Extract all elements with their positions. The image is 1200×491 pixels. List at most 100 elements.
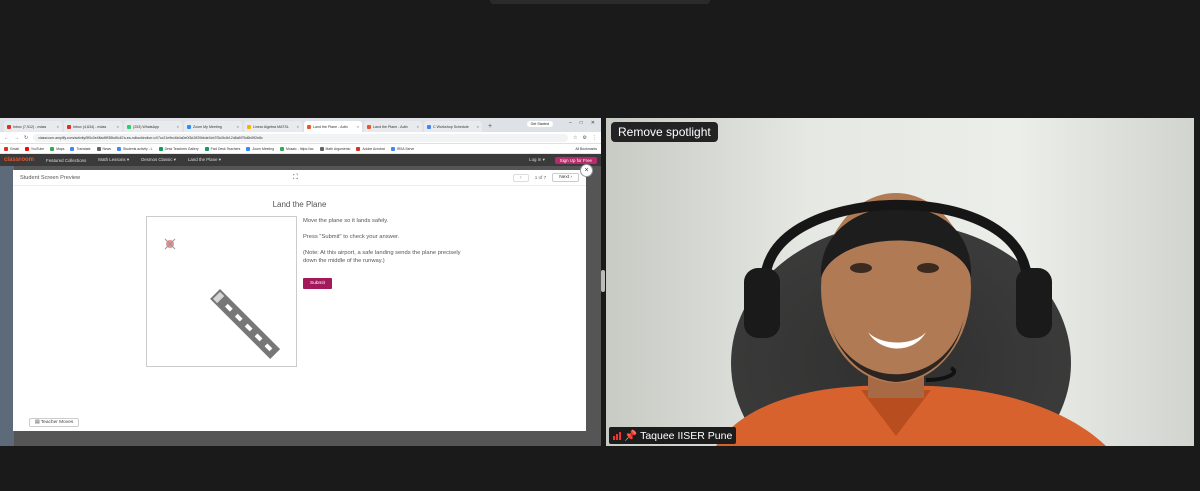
splitter-handle[interactable] bbox=[601, 270, 605, 292]
submit-button[interactable]: Submit bbox=[303, 278, 332, 289]
get-started-button[interactable]: Get Started bbox=[526, 121, 553, 127]
modal-header: Student Screen Preview ⛶ ‹ 1 of 7 Next › bbox=[13, 170, 586, 186]
bookmark-label: YouTube bbox=[30, 146, 45, 151]
reload-icon[interactable]: ↻ bbox=[24, 135, 28, 141]
tab-close-icon[interactable]: × bbox=[357, 124, 359, 129]
top-bar-handle bbox=[490, 0, 710, 4]
star-icon[interactable]: ☆ bbox=[573, 135, 577, 141]
brand-logo[interactable]: classroom bbox=[4, 157, 34, 163]
all-bookmarks-link[interactable]: All Bookmarks bbox=[575, 147, 597, 151]
bookmark-item[interactable]: Maps bbox=[50, 146, 64, 151]
plane-canvas[interactable] bbox=[146, 216, 297, 367]
next-label: Next bbox=[559, 175, 570, 180]
teacher-moves-label: Teacher Moves bbox=[40, 420, 74, 425]
bookmark-label: Mosaic - https://ac bbox=[286, 146, 314, 151]
bookmark-label: News bbox=[102, 146, 111, 151]
bookmark-item[interactable]: News bbox=[96, 146, 111, 151]
bookmark-label: Translate bbox=[76, 146, 91, 151]
browser-tab[interactable]: Zoom My Meeting × bbox=[184, 121, 242, 132]
bookmark-label: Zoom Meeting bbox=[252, 146, 275, 151]
tab-label: Land the Plane - Activ bbox=[373, 124, 408, 129]
bookmark-label: Students activity - L bbox=[122, 146, 153, 151]
menu-icon[interactable]: ⋮ bbox=[592, 135, 597, 141]
instruction-2: Press "Submit" to check your answer. bbox=[303, 234, 400, 240]
tab-label: Linear Algebra MATSL bbox=[253, 124, 289, 129]
bookmark-favicon-icon bbox=[390, 146, 395, 151]
plane-icon[interactable] bbox=[164, 238, 176, 250]
tab-close-icon[interactable]: × bbox=[177, 124, 179, 129]
tab-close-icon[interactable]: × bbox=[297, 124, 299, 129]
tab-close-icon[interactable]: × bbox=[417, 124, 419, 129]
modal-close-button[interactable]: × bbox=[580, 164, 593, 177]
extensions-icon[interactable]: ⚙ bbox=[583, 135, 587, 141]
bookmark-favicon-icon bbox=[4, 146, 8, 151]
tab-favicon-icon bbox=[427, 124, 431, 129]
tab-close-icon[interactable]: × bbox=[117, 124, 119, 129]
tab-close-icon[interactable]: × bbox=[477, 124, 479, 129]
browser-tab[interactable]: C Workshop Schedule × bbox=[424, 121, 482, 132]
browser-tab[interactable]: (253) WhatsApp × bbox=[124, 121, 182, 132]
signup-button[interactable]: Sign Up for Free bbox=[554, 156, 597, 164]
tab-label: C Workshop Schedule bbox=[433, 124, 469, 129]
participant-name: Taquee IISER Pune bbox=[640, 429, 733, 442]
prev-page-button[interactable]: ‹ bbox=[512, 173, 529, 182]
remove-spotlight-button[interactable]: Remove spotlight bbox=[611, 122, 718, 142]
participant-video: Remove spotlight 📌 Taquee IISER Pune bbox=[606, 118, 1194, 446]
browser-tab[interactable]: Inbox (4,634) - mdas × bbox=[64, 121, 122, 132]
browser-tab[interactable]: Land the Plane - Activ × bbox=[304, 121, 362, 132]
bookmark-item[interactable]: Students activity - L bbox=[116, 146, 153, 151]
close-window-icon[interactable]: ✕ bbox=[591, 120, 595, 126]
address-bar: ← → ↻ classroom.amplify.com/activity/5f0… bbox=[0, 132, 601, 144]
signal-strength-icon bbox=[613, 431, 621, 440]
nav-math-lessons[interactable]: Math Lessons ▾ bbox=[98, 157, 129, 163]
nav-featured[interactable]: Featured Collections bbox=[46, 158, 86, 163]
login-link[interactable]: Log In ▾ bbox=[529, 157, 545, 163]
maximize-icon[interactable]: □ bbox=[580, 120, 583, 126]
minimize-icon[interactable]: – bbox=[569, 120, 572, 126]
new-tab-icon[interactable]: + bbox=[484, 121, 496, 132]
bookmark-item[interactable]: Math Argumento bbox=[319, 146, 351, 151]
tab-favicon-icon bbox=[367, 124, 371, 129]
bookmark-item[interactable]: Mosaic - https://ac bbox=[280, 146, 314, 151]
shared-screen: Inbox (7,512) - mdas × Inbox (4,634) - mda… bbox=[0, 118, 601, 446]
browser-tab[interactable]: Inbox (7,512) - mdas × bbox=[4, 121, 62, 132]
nav-land-the-plane[interactable]: Land the Plane ▾ bbox=[188, 157, 221, 163]
bookmark-item[interactable]: Zoom Meeting bbox=[246, 146, 275, 151]
bookmark-label: Math Argumento bbox=[325, 146, 351, 151]
tab-close-icon[interactable]: × bbox=[57, 124, 59, 129]
tab-close-icon[interactable]: × bbox=[237, 124, 239, 129]
browser-tab[interactable]: Linear Algebra MATSL × bbox=[244, 121, 302, 132]
bookmark-label: Adobe Acrobat bbox=[362, 146, 385, 151]
browser-tab[interactable]: Land the Plane - Activ × bbox=[364, 121, 422, 132]
teacher-moves-button[interactable]: ▤ Teacher Moves bbox=[29, 418, 80, 427]
tab-favicon-icon bbox=[127, 124, 131, 129]
nav-desmos-classic[interactable]: Desmos Classic ▾ bbox=[141, 157, 176, 163]
bookmark-item[interactable]: Fwd Desk Teachers bbox=[204, 146, 240, 151]
bookmark-favicon-icon bbox=[116, 146, 121, 151]
bookmark-favicon-icon bbox=[280, 146, 285, 151]
instructions: Move the plane so it lands safely. Press… bbox=[303, 217, 473, 273]
browser-tab-strip: Inbox (7,512) - mdas × Inbox (4,634) - mda… bbox=[0, 118, 601, 132]
bookmark-label: Desk Teachers Gallery bbox=[164, 146, 199, 151]
bookmark-item[interactable]: YouTube bbox=[24, 146, 45, 151]
participant-avatar bbox=[606, 118, 1194, 446]
bookmark-item[interactable]: Gmail bbox=[4, 146, 19, 151]
canvas-graphic bbox=[164, 238, 281, 360]
bookmark-item[interactable]: Desk Teachers Gallery bbox=[158, 146, 199, 151]
tab-favicon-icon bbox=[247, 124, 251, 129]
back-icon[interactable]: ← bbox=[4, 135, 9, 141]
window-controls: – □ ✕ bbox=[569, 120, 595, 126]
forward-icon[interactable]: → bbox=[14, 135, 19, 141]
pin-icon: 📌 bbox=[624, 430, 638, 442]
bookmark-favicon-icon bbox=[50, 146, 55, 151]
slide-title: Land the Plane bbox=[272, 200, 327, 209]
bookmark-item[interactable]: Adobe Acrobat bbox=[356, 146, 385, 151]
tab-label: Inbox (7,512) - mdas bbox=[13, 124, 47, 129]
next-page-button[interactable]: Next › bbox=[552, 173, 579, 182]
bookmark-item[interactable]: Translate bbox=[70, 146, 91, 151]
bookmark-favicon-icon bbox=[158, 146, 163, 151]
bookmark-item[interactable]: IRSA Serve bbox=[390, 146, 414, 151]
expand-icon[interactable]: ⛶ bbox=[293, 174, 298, 182]
url-field[interactable]: classroom.amplify.com/activity/5f0c0e4ff… bbox=[33, 133, 569, 142]
instruction-3: (Note: At this airport, a safe landing s… bbox=[303, 250, 461, 264]
